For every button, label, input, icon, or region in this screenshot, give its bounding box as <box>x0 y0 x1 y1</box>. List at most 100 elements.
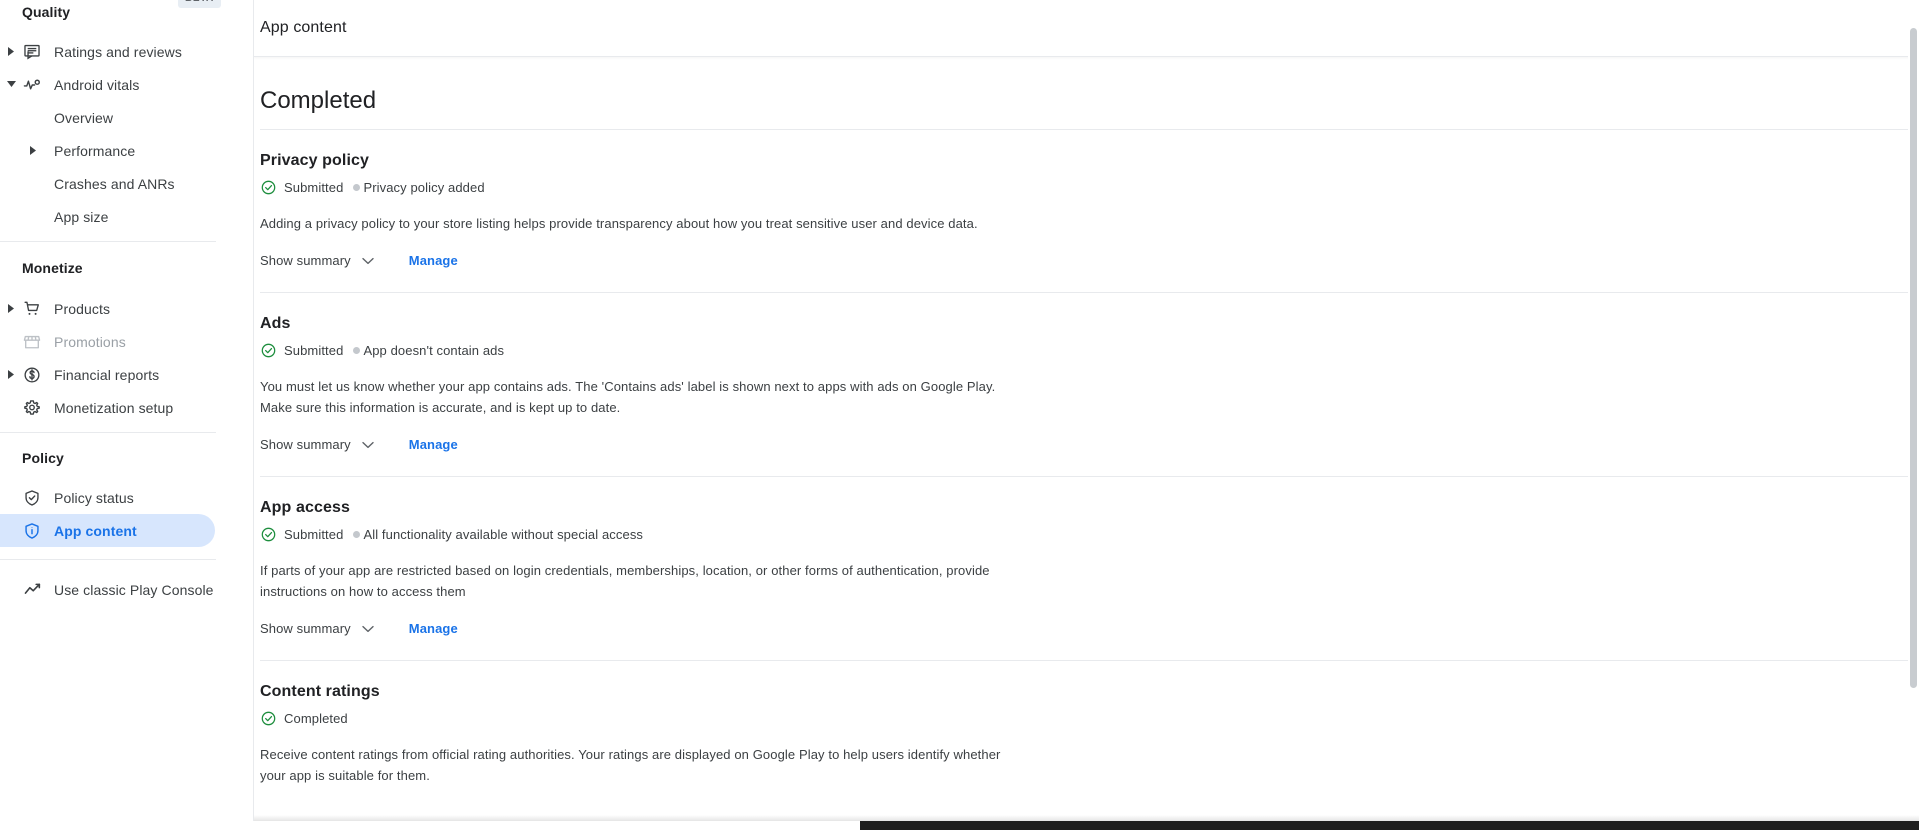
sidebar-item-policy-status[interactable]: Policy status <box>0 481 215 514</box>
dot-separator-icon <box>353 530 361 538</box>
sidebar-group-policy: Policy Policy status App content <box>0 450 253 547</box>
page-heading: Completed <box>260 87 377 114</box>
manage-link[interactable]: Manage <box>409 621 458 636</box>
bottom-strip-light-region <box>0 821 860 830</box>
status-detail: App doesn't contain ads <box>363 342 505 358</box>
sidebar-item-android-vitals[interactable]: Android vitals <box>0 68 215 101</box>
vitals-icon <box>22 75 42 95</box>
sidebar-item-label: Ratings and reviews <box>54 43 182 60</box>
sidebar-item-performance[interactable]: Performance <box>0 134 215 167</box>
sidebar-item-crashes-and-anrs[interactable]: Crashes and ANRs <box>0 167 215 200</box>
sidebar-group-quality: Ratings and reviews Android vitals Overv… <box>0 35 253 233</box>
sidebar-divider-3 <box>0 559 216 560</box>
sidebar-item-label: Crashes and ANRs <box>54 175 175 192</box>
sidebar: BETA Quality Ratings and reviews <box>0 0 254 830</box>
status-label: Completed <box>284 710 348 726</box>
section-status: Submitted All functionality available wi… <box>260 526 1913 542</box>
sidebar-item-financial-reports[interactable]: Financial reports <box>0 358 215 391</box>
play-console-app-content-page: BETA Quality Ratings and reviews <box>0 0 1919 830</box>
sidebar-item-label: Policy status <box>54 489 134 506</box>
chevron-down-icon <box>361 254 375 268</box>
sidebar-item-use-classic-play-console[interactable]: Use classic Play Console <box>0 573 213 606</box>
dot-separator-icon <box>353 346 361 354</box>
section-title: Privacy policy <box>260 152 370 169</box>
status-label: Submitted <box>284 179 344 195</box>
sidebar-divider-2 <box>0 432 216 433</box>
sidebar-item-overview[interactable]: Overview <box>0 101 215 134</box>
show-summary-toggle[interactable]: Show summary <box>260 437 375 452</box>
section-privacy-policy: Privacy policy Submitted Privacy policy … <box>260 130 1913 293</box>
check-circle-icon <box>260 342 276 358</box>
sidebar-group-label-monetize: Monetize <box>22 260 83 276</box>
page-topbar: App content <box>254 0 1919 57</box>
manage-link[interactable]: Manage <box>409 253 458 268</box>
status-label: Submitted <box>284 526 344 542</box>
section-app-access: App access Submitted All functionality a… <box>260 477 1913 661</box>
chevron-down-icon <box>361 622 375 636</box>
dot-separator-icon <box>353 183 361 191</box>
sidebar-item-app-size[interactable]: App size <box>0 200 215 233</box>
scrollbar-thumb[interactable] <box>1910 28 1917 688</box>
section-status: Completed <box>260 710 1913 726</box>
gear-icon <box>22 398 42 418</box>
sidebar-item-label: Android vitals <box>54 76 140 93</box>
show-summary-toggle[interactable]: Show summary <box>260 621 375 636</box>
chevron-right-icon[interactable] <box>6 370 16 380</box>
cart-icon <box>22 299 42 319</box>
sidebar-item-label: Overview <box>54 109 114 126</box>
section-actions: Show summary Manage <box>260 437 1913 476</box>
status-detail: All functionality available without spec… <box>363 526 644 542</box>
show-summary-label: Show summary <box>260 437 351 452</box>
sidebar-group-label-quality: Quality <box>22 4 71 20</box>
chevron-down-icon[interactable] <box>6 80 16 90</box>
sidebar-item-app-content[interactable]: App content <box>0 514 215 547</box>
section-description: If parts of your app are restricted base… <box>260 563 990 599</box>
bottom-window-strip <box>0 821 1919 830</box>
chevron-down-icon <box>361 438 375 452</box>
section-title: Content ratings <box>260 683 380 700</box>
status-detail: Privacy policy added <box>363 179 485 195</box>
show-summary-label: Show summary <box>260 253 351 268</box>
sidebar-divider-1 <box>0 241 216 242</box>
sidebar-item-monetization-setup[interactable]: Monetization setup <box>0 391 215 424</box>
sidebar-item-label: Promotions <box>54 333 126 350</box>
beta-badge: BETA <box>178 0 221 8</box>
reviews-icon <box>22 42 42 62</box>
sidebar-item-ratings-and-reviews[interactable]: Ratings and reviews <box>0 35 215 68</box>
sidebar-item-label: App size <box>54 208 109 225</box>
section-status: Submitted Privacy policy added <box>260 179 1913 195</box>
show-summary-label: Show summary <box>260 621 351 636</box>
sidebar-item-label: Products <box>54 300 111 317</box>
section-status: Submitted App doesn't contain ads <box>260 342 1913 358</box>
section-actions: Show summary Manage <box>260 253 1913 292</box>
status-label: Submitted <box>284 342 344 358</box>
sidebar-item-products[interactable]: Products <box>0 292 215 325</box>
check-circle-icon <box>260 179 276 195</box>
sidebar-item-label: Monetization setup <box>54 399 174 416</box>
section-description: Receive content ratings from official ra… <box>260 747 1001 783</box>
sidebar-group-monetize: Monetize Products Promotions Financial r… <box>0 260 253 424</box>
chevron-right-icon[interactable] <box>6 47 16 57</box>
chevron-right-icon[interactable] <box>28 146 38 156</box>
section-content-ratings: Content ratings Completed Receive conten… <box>260 661 1913 786</box>
shield-info-icon <box>22 521 42 541</box>
section-actions: Show summary Manage <box>260 621 1913 660</box>
vertical-scrollbar[interactable] <box>1908 28 1919 830</box>
check-circle-icon <box>260 710 276 726</box>
manage-link[interactable]: Manage <box>409 437 458 452</box>
sidebar-item-label: Performance <box>54 142 136 159</box>
shield-check-icon <box>22 488 42 508</box>
section-description: You must let us know whether your app co… <box>260 379 996 415</box>
sidebar-item-label: Use classic Play Console <box>54 581 214 598</box>
sidebar-item-label: Financial reports <box>54 366 160 383</box>
trend-line-icon <box>22 580 42 600</box>
section-description: Adding a privacy policy to your store li… <box>260 216 978 231</box>
section-title: Ads <box>260 315 291 332</box>
sidebar-item-promotions: Promotions <box>0 325 215 358</box>
dollar-circle-icon <box>22 365 42 385</box>
page-title: App content <box>260 19 347 36</box>
show-summary-toggle[interactable]: Show summary <box>260 253 375 268</box>
main-content: App content Completed Privacy policy Sub… <box>254 0 1919 830</box>
chevron-right-icon[interactable] <box>6 304 16 314</box>
section-title: App access <box>260 499 350 516</box>
